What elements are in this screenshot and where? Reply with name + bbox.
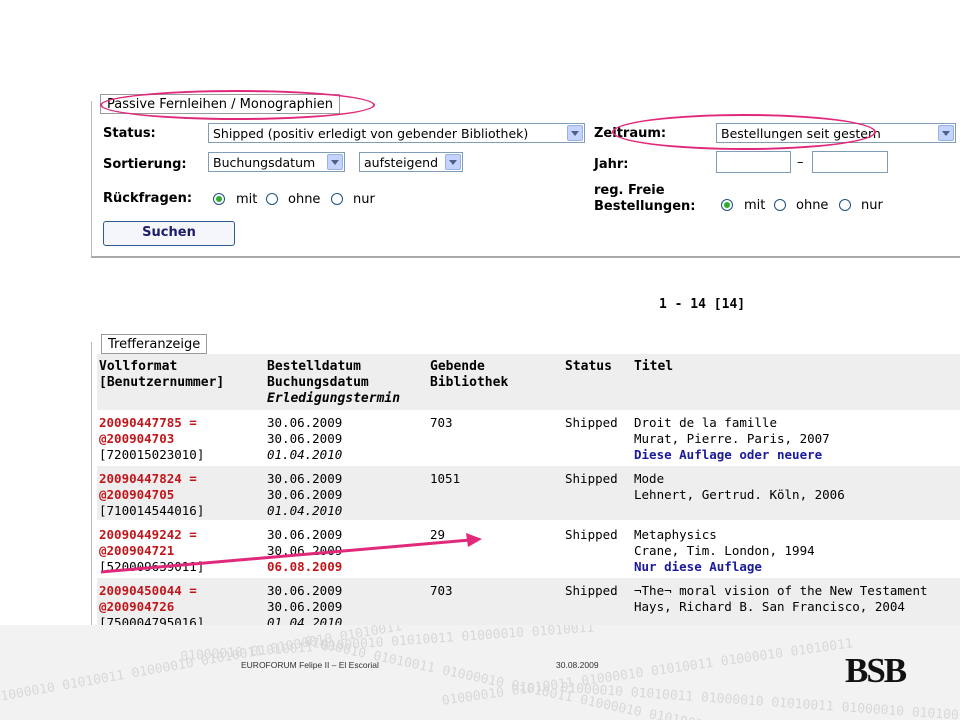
footer-date: 30.08.2009 <box>556 660 599 670</box>
slide-footer: 01000010 01010011 01000010 01010011 0100… <box>0 625 960 720</box>
bsb-logo: BSB <box>845 651 907 690</box>
footer-event: EUROFORUM Felipe II – El Escorial <box>241 660 379 670</box>
annotation-arrow <box>100 533 482 574</box>
